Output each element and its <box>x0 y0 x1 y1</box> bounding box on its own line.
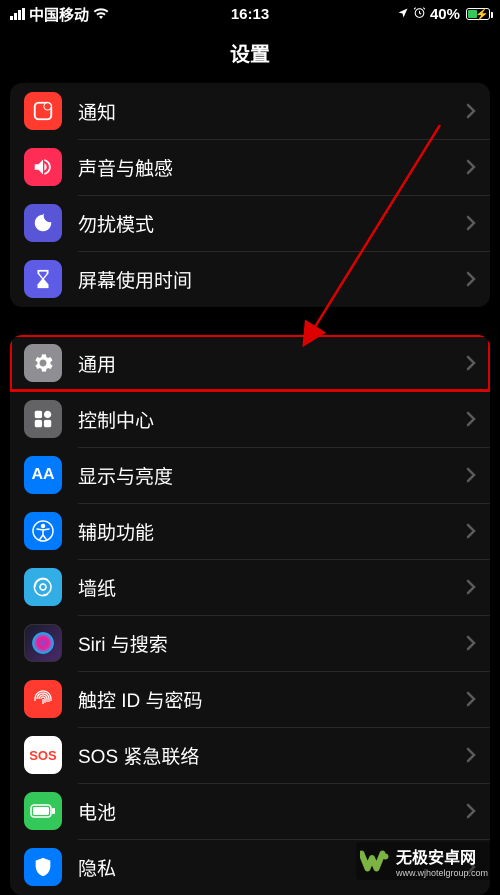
signal-icon <box>10 8 25 20</box>
display-icon: AA <box>24 456 62 494</box>
settings-item-battery[interactable]: 电池 <box>10 783 490 839</box>
dnd-icon <box>24 204 62 242</box>
settings-item-label: 声音与触感 <box>78 154 466 181</box>
settings-item-screentime[interactable]: 屏幕使用时间 <box>10 251 490 307</box>
notifications-icon <box>24 92 62 130</box>
wifi-icon <box>93 6 109 23</box>
settings-item-label: 辅助功能 <box>78 518 466 545</box>
settings-item-label: 勿扰模式 <box>78 210 466 237</box>
screentime-icon <box>24 260 62 298</box>
alarm-icon <box>413 6 426 23</box>
status-bar: 中国移动 16:13 40% ⚡ <box>0 0 500 28</box>
controlcenter-icon <box>24 400 62 438</box>
settings-item-accessibility[interactable]: 辅助功能 <box>10 503 490 559</box>
carrier-label: 中国移动 <box>29 4 89 25</box>
accessibility-icon <box>24 512 62 550</box>
settings-item-siri[interactable]: Siri 与搜索 <box>10 615 490 671</box>
watermark-logo-icon <box>360 850 390 872</box>
settings-item-dnd[interactable]: 勿扰模式 <box>10 195 490 251</box>
page-title: 设置 <box>0 28 500 83</box>
chevron-right-icon <box>466 355 476 371</box>
chevron-right-icon <box>466 803 476 819</box>
status-right: 40% ⚡ <box>397 6 490 23</box>
sos-icon: SOS <box>24 736 62 774</box>
settings-item-sounds[interactable]: 声音与触感 <box>10 139 490 195</box>
settings-item-label: 电池 <box>78 798 466 825</box>
settings-item-label: 屏幕使用时间 <box>78 266 466 293</box>
settings-item-label: 墙纸 <box>78 574 466 601</box>
settings-item-touchid[interactable]: 触控 ID 与密码 <box>10 671 490 727</box>
chevron-right-icon <box>466 635 476 651</box>
settings-item-label: Siri 与搜索 <box>78 630 466 657</box>
status-left: 中国移动 <box>10 4 109 25</box>
settings-item-display[interactable]: AA 显示与亮度 <box>10 447 490 503</box>
chevron-right-icon <box>466 579 476 595</box>
settings-item-label: 显示与亮度 <box>78 462 466 489</box>
privacy-icon <box>24 848 62 886</box>
chevron-right-icon <box>466 411 476 427</box>
settings-item-controlcenter[interactable]: 控制中心 <box>10 391 490 447</box>
settings-item-label: 通用 <box>78 350 466 377</box>
settings-group-1: 通知 声音与触感 勿扰模式 屏幕使用时间 <box>10 83 490 307</box>
general-icon <box>24 344 62 382</box>
settings-item-label: 控制中心 <box>78 406 466 433</box>
battery-icon: ⚡ <box>464 8 490 20</box>
chevron-right-icon <box>466 691 476 707</box>
chevron-right-icon <box>466 747 476 763</box>
chevron-right-icon <box>466 103 476 119</box>
settings-item-wallpaper[interactable]: 墙纸 <box>10 559 490 615</box>
battery-percent: 40% <box>430 6 460 23</box>
chevron-right-icon <box>466 523 476 539</box>
settings-item-notifications[interactable]: 通知 <box>10 83 490 139</box>
touchid-icon <box>24 680 62 718</box>
chevron-right-icon <box>466 271 476 287</box>
settings-item-label: 通知 <box>78 98 466 125</box>
siri-icon <box>24 624 62 662</box>
chevron-right-icon <box>466 159 476 175</box>
sounds-icon <box>24 148 62 186</box>
settings-item-sos[interactable]: SOS SOS 紧急联络 <box>10 727 490 783</box>
settings-item-label: 触控 ID 与密码 <box>78 686 466 713</box>
watermark-url: www.wjhotelgroup.com <box>396 868 488 878</box>
settings-item-general[interactable]: 通用 <box>10 335 490 391</box>
settings-group-2: 通用 控制中心 AA 显示与亮度 辅助功能 墙纸 Siri 与搜索 <box>10 335 490 895</box>
wallpaper-icon <box>24 568 62 606</box>
chevron-right-icon <box>466 215 476 231</box>
location-icon <box>397 6 409 23</box>
watermark: 无极安卓网 www.wjhotelgroup.com <box>356 842 492 880</box>
settings-item-label: SOS 紧急联络 <box>78 742 466 769</box>
battery-item-icon <box>24 792 62 830</box>
chevron-right-icon <box>466 467 476 483</box>
watermark-title: 无极安卓网 <box>396 850 476 867</box>
